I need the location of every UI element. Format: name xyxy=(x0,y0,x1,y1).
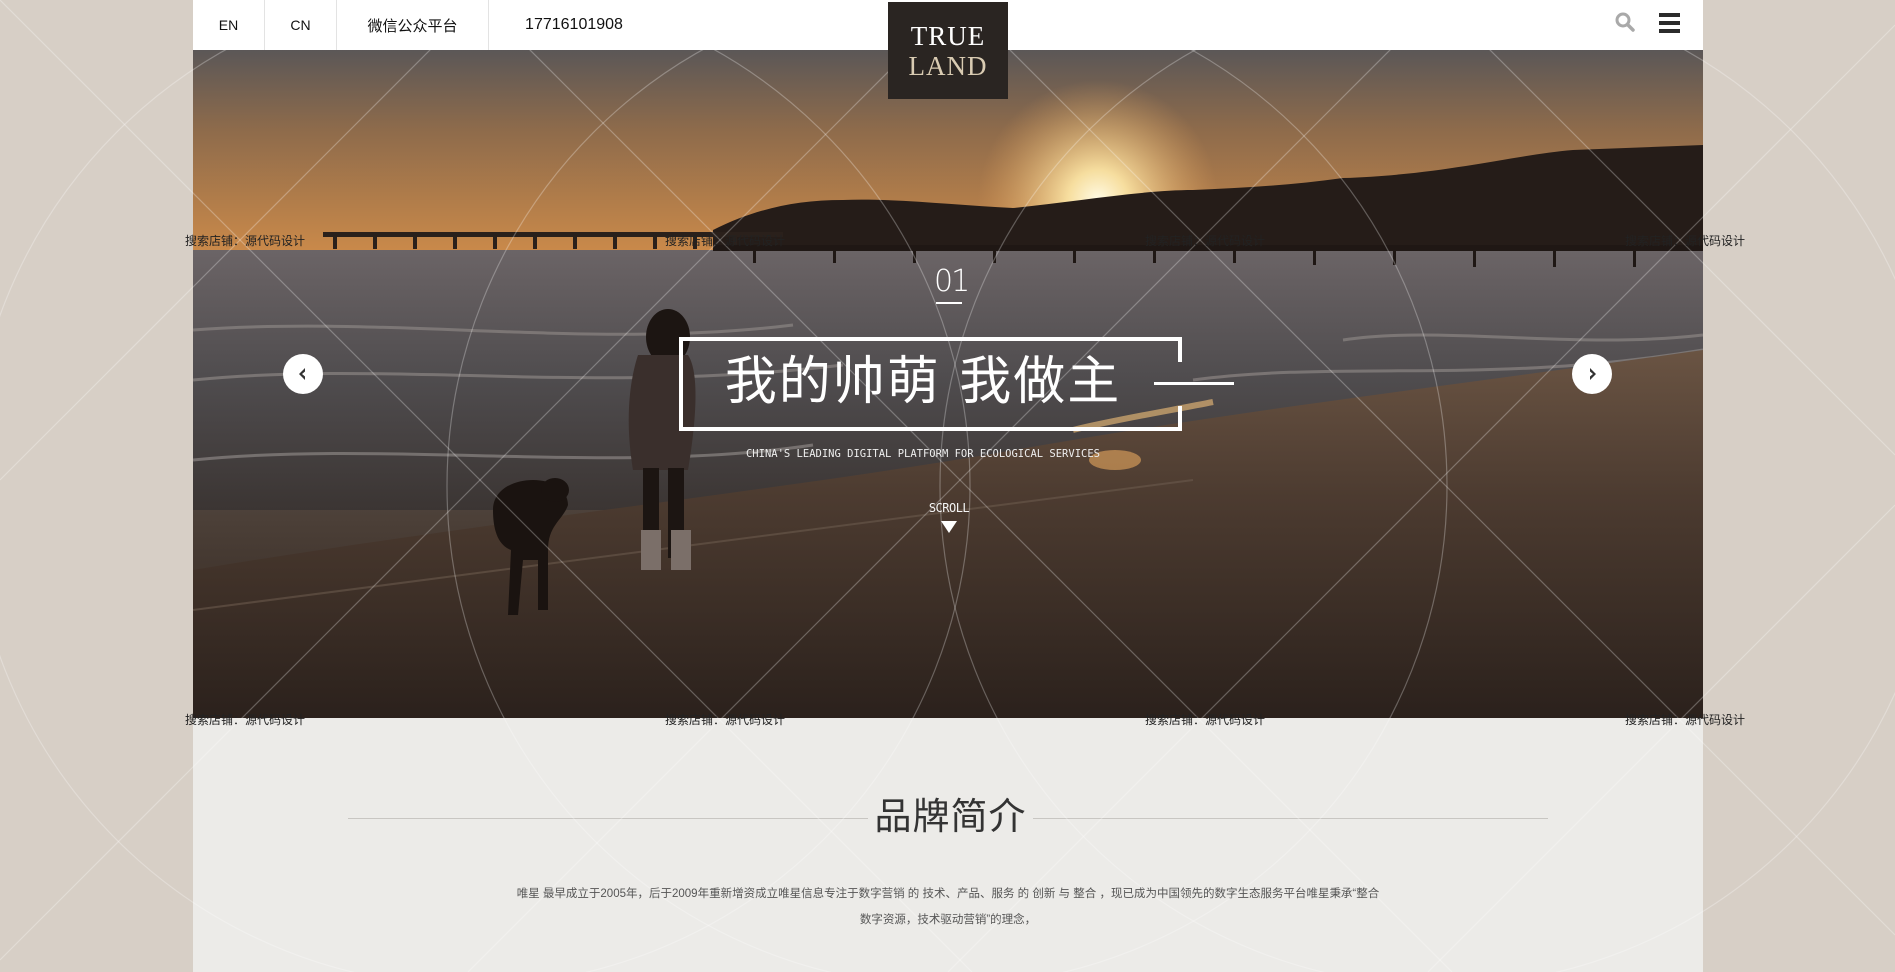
watermark-text: 搜索店铺：源代码设计 xyxy=(1625,713,1746,727)
hero-banner: 01 我的帅萌 我做主 CHINA'S LEADING DIGITAL PLAT… xyxy=(193,50,1703,718)
menu-button[interactable] xyxy=(1659,13,1681,37)
hero-title: 我的帅萌 我做主 xyxy=(724,352,1122,412)
watermark-text: 搜索店铺：源代码设计 xyxy=(185,713,306,727)
brand-title-line-right xyxy=(1033,818,1548,819)
logo-text-land: LAND xyxy=(908,50,988,81)
watermark-text: 搜索店铺：源代码设计 xyxy=(1145,234,1266,248)
watermark-text: 搜索店铺：源代码设计 xyxy=(1625,234,1746,248)
search-icon xyxy=(1615,12,1635,32)
slider-next-button[interactable] xyxy=(1572,354,1612,394)
menu-icon-bar xyxy=(1659,29,1680,33)
hero-title-frame-right-top xyxy=(1178,337,1182,362)
triangle-down-icon[interactable] xyxy=(940,520,958,534)
brand-paragraph-line2: 数字资源，技术驱动营销”的理念， xyxy=(859,914,1037,926)
logo[interactable]: TRUE LAND xyxy=(888,2,1008,99)
hero-subtitle: CHINA'S LEADING DIGITAL PLATFORM FOR ECO… xyxy=(745,448,1100,460)
page: EN CN 微信公众平台 17716101908 TRUE LAND 01 我的… xyxy=(193,0,1703,972)
search-button[interactable] xyxy=(1613,10,1639,36)
slide-number: 01 xyxy=(934,264,970,299)
brand-title: 品牌简介 xyxy=(874,796,1027,837)
hero-title-frame-right-bottom xyxy=(1178,406,1182,431)
wechat-link[interactable]: 微信公众平台 xyxy=(337,0,489,50)
phone-number: 17716101908 xyxy=(525,16,623,33)
logo-text-true: TRUE xyxy=(910,20,986,51)
menu-icon xyxy=(1659,13,1680,17)
watermark-text: 搜索店铺：源代码设计 xyxy=(665,713,786,727)
slide-number-underline xyxy=(936,302,962,304)
menu-icon-bar xyxy=(1659,21,1680,25)
lang-en-link[interactable]: EN xyxy=(193,0,265,50)
brand-paragraph: 唯星 最早成立于2005年，后于2009年重新增资成立唯星信息专注于数字营销 的… xyxy=(488,881,1408,933)
brand-paragraph-line1: 唯星 最早成立于2005年，后于2009年重新增资成立唯星信息专注于数字营销 的… xyxy=(516,888,1380,900)
watermark-text: 搜索店铺：源代码设计 xyxy=(185,234,306,248)
hero-title-line xyxy=(1154,382,1234,385)
chevron-left-icon xyxy=(299,368,305,380)
brand-title-line-left xyxy=(348,818,868,819)
slider-prev-button[interactable] xyxy=(283,354,323,394)
lang-cn-link[interactable]: CN xyxy=(265,0,337,50)
watermark-text: 搜索店铺：源代码设计 xyxy=(665,234,786,248)
watermark-text: 搜索店铺：源代码设计 xyxy=(1145,713,1266,727)
scroll-label[interactable]: SCROLL xyxy=(919,501,979,515)
chevron-right-icon xyxy=(1590,368,1596,380)
